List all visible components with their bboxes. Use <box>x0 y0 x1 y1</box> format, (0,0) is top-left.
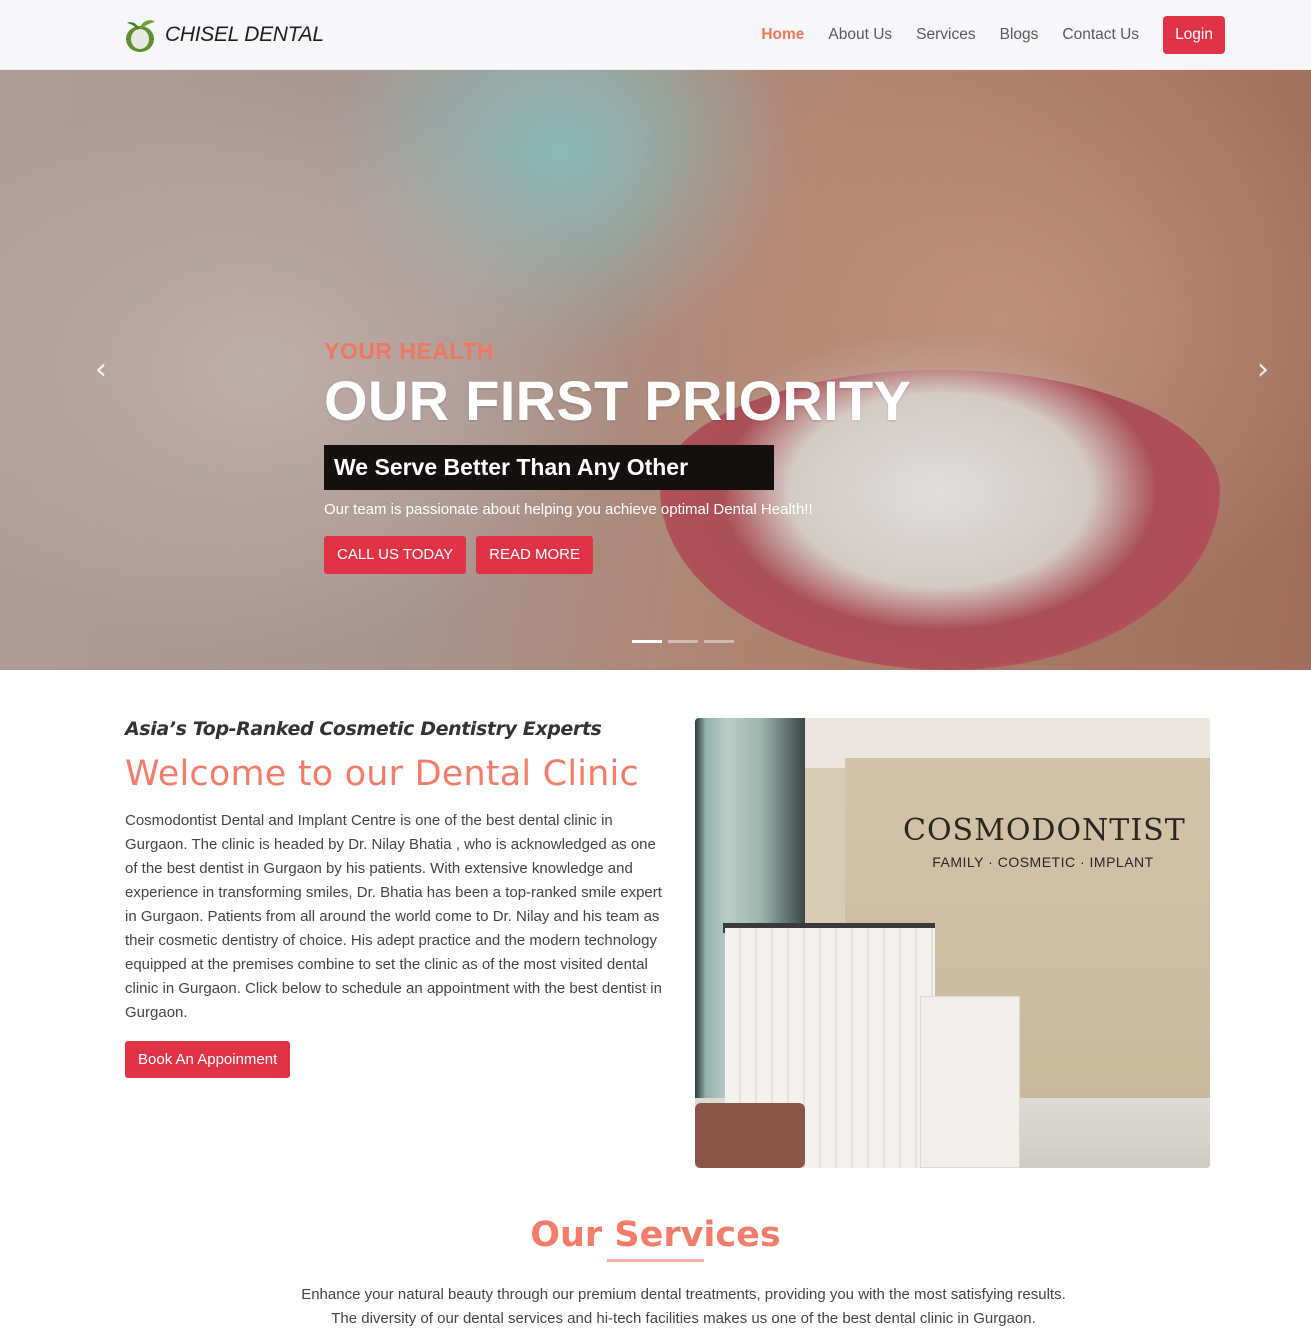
login-button[interactable]: Login <box>1163 16 1225 54</box>
welcome-body: Cosmodontist Dental and Implant Centre i… <box>125 812 662 1021</box>
brand-name: CHISEL DENTAL <box>165 23 324 46</box>
hero-slider: ‹ › YOUR HEALTH OUR FIRST PRIORITY We Se… <box>0 70 1311 670</box>
services-text: Enhance your natural beauty through our … <box>301 1286 1066 1327</box>
welcome-section: Asia’s Top-Ranked Cosmetic Dentistry Exp… <box>125 718 670 1078</box>
hero-title: OUR FIRST PRIORITY <box>324 369 912 432</box>
ottoman-seat <box>695 1103 805 1168</box>
hero-tagline: We Serve Better Than Any Other <box>324 445 774 490</box>
nav-about-us[interactable]: About Us <box>828 26 892 44</box>
slide-indicator-1[interactable] <box>632 640 662 643</box>
hero-kicker: YOUR HEALTH <box>324 338 494 364</box>
book-appointment-button[interactable]: Book An Appoinment <box>125 1041 291 1078</box>
services-title-underline <box>607 1259 704 1262</box>
hero-text: Our team is passionate about helping you… <box>324 501 813 518</box>
clinic-reception-image: COSMODONTIST FAMILY · COSMETIC · IMPLANT <box>695 718 1210 1168</box>
brand-logo[interactable]: CHISEL DENTAL <box>124 17 324 53</box>
read-more-button[interactable]: READ MORE <box>476 536 593 574</box>
nav-services[interactable]: Services <box>916 26 975 44</box>
nav-blogs[interactable]: Blogs <box>1000 26 1039 44</box>
slider-indicators <box>632 640 740 643</box>
hero-buttons: CALL US TODAY READ MORE <box>324 536 911 574</box>
welcome-kicker: Asia’s Top-Ranked Cosmetic Dentistry Exp… <box>125 718 602 740</box>
hero-content: YOUR HEALTH OUR FIRST PRIORITY We Serve … <box>324 338 911 574</box>
call-us-button[interactable]: CALL US TODAY <box>324 536 467 574</box>
site-header: CHISEL DENTAL Home About Us Services Blo… <box>0 0 1311 70</box>
chevron-left-icon[interactable]: ‹ <box>90 355 112 385</box>
welcome-title: Welcome to our Dental Clinic <box>125 754 639 794</box>
slide-indicator-2[interactable] <box>668 640 698 643</box>
main-nav: Home About Us Services Blogs Contact Us … <box>761 0 1311 70</box>
tooth-leaf-logo-icon <box>126 20 155 52</box>
clinic-sign-subtitle: FAMILY · COSMETIC · IMPLANT <box>932 854 1154 870</box>
clinic-sign: COSMODONTIST FAMILY · COSMETIC · IMPLANT <box>903 813 1186 870</box>
nav-home[interactable]: Home <box>761 26 804 44</box>
chevron-right-icon[interactable]: › <box>1252 355 1274 385</box>
services-title: Our Services <box>530 1215 781 1255</box>
nav-contact-us[interactable]: Contact Us <box>1062 26 1139 44</box>
reception-counter <box>920 996 1020 1168</box>
clinic-sign-name: COSMODONTIST <box>903 813 1186 848</box>
slide-indicator-3[interactable] <box>704 640 734 643</box>
